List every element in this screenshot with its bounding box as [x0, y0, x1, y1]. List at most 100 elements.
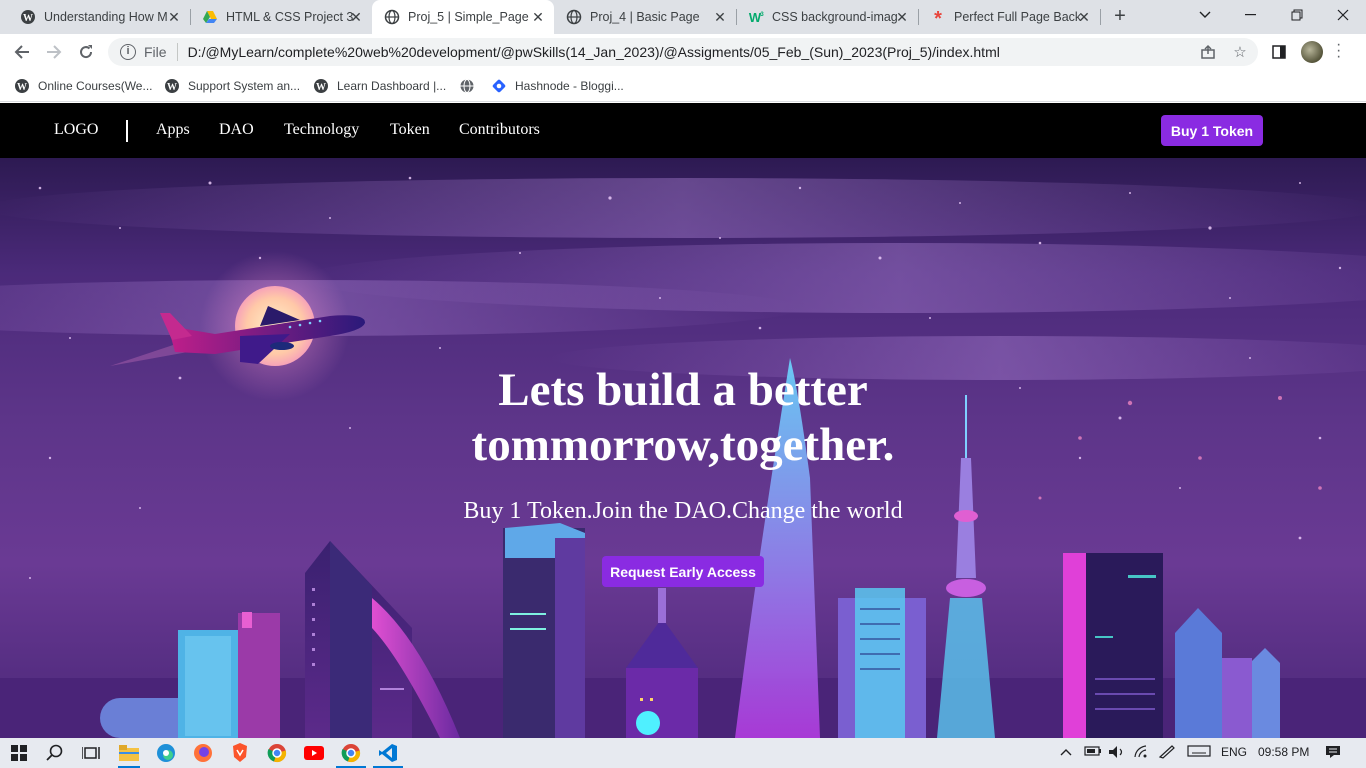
youtube-icon[interactable]: [303, 742, 325, 764]
reload-button[interactable]: [72, 38, 100, 66]
pen-icon[interactable]: [1158, 745, 1176, 762]
nav-link-contributors[interactable]: Contributors: [459, 121, 540, 139]
wordpress-icon: W: [164, 78, 180, 94]
menu-dots-icon[interactable]: · · ·: [1336, 37, 1341, 65]
nav-link-apps[interactable]: Apps: [156, 121, 190, 139]
battery-icon[interactable]: [1084, 745, 1102, 760]
windows-taskbar: ENG 09:58 PM: [0, 738, 1366, 768]
site-navbar: LOGO Apps DAO Technology Token Contribut…: [0, 103, 1366, 158]
css-tricks-icon: *: [930, 9, 946, 25]
notifications-icon[interactable]: [1325, 745, 1341, 762]
bookmark-learn-dashboard[interactable]: W Learn Dashboard |...: [313, 77, 446, 95]
share-icon[interactable]: [1198, 42, 1218, 62]
tab-title: Understanding How M: [44, 10, 168, 24]
nav-link-token[interactable]: Token: [390, 121, 430, 139]
search-icon[interactable]: [44, 742, 66, 764]
web-page: LOGO Apps DAO Technology Token Contribut…: [0, 103, 1366, 738]
tray-chevron-icon[interactable]: [1060, 745, 1072, 759]
hero-title: Lets build a better tommorrow,together.: [471, 364, 895, 471]
minimize-button[interactable]: [1228, 0, 1274, 30]
bookmark-label: Hashnode - Bloggi...: [515, 79, 624, 93]
url-scheme: File: [144, 44, 167, 60]
w3schools-icon: W3: [748, 9, 764, 25]
nav-link-technology[interactable]: Technology: [284, 121, 359, 139]
nav-divider: [126, 120, 128, 142]
bookmark-globe[interactable]: [459, 77, 483, 95]
tab-proj4[interactable]: Proj_4 | Basic Page ✕: [554, 0, 736, 34]
nav-link-dao[interactable]: DAO: [219, 121, 254, 139]
side-panel-icon[interactable]: [1269, 42, 1289, 62]
url-text[interactable]: D:/@MyLearn/complete%20web%20development…: [188, 44, 1000, 60]
close-icon[interactable]: ✕: [530, 9, 546, 25]
task-view-icon[interactable]: [80, 742, 102, 764]
wifi-icon[interactable]: [1134, 745, 1150, 762]
request-early-access-button[interactable]: Request Early Access: [602, 556, 764, 587]
bookmark-star-icon[interactable]: ☆: [1230, 42, 1250, 62]
globe-icon: [459, 78, 475, 94]
windows-start-icon[interactable]: [8, 742, 30, 764]
brave-icon[interactable]: [229, 742, 251, 764]
chrome-active-icon[interactable]: [340, 742, 362, 764]
bookmark-label: Learn Dashboard |...: [337, 79, 447, 93]
chrome-icon[interactable]: [266, 742, 288, 764]
firefox-icon[interactable]: [192, 742, 214, 764]
tab-understanding[interactable]: W Understanding How M ✕: [8, 0, 190, 34]
site-logo[interactable]: LOGO: [54, 121, 98, 139]
profile-avatar[interactable]: [1301, 41, 1323, 63]
svg-text:W: W: [167, 82, 177, 93]
tab-title: CSS background-imag: [772, 10, 898, 24]
file-explorer-icon[interactable]: [118, 742, 140, 764]
close-window-button[interactable]: [1320, 0, 1366, 30]
forward-arrow-icon: [47, 45, 62, 59]
tab-title: Proj_5 | Simple_Page: [408, 10, 529, 24]
restore-button[interactable]: [1274, 0, 1320, 30]
svg-text:*: *: [934, 9, 942, 25]
tab-search-icon[interactable]: [1182, 0, 1228, 30]
globe-icon: [384, 9, 400, 25]
browser-toolbar: i File D:/@MyLearn/complete%20web%20deve…: [0, 34, 1366, 70]
close-icon[interactable]: ✕: [894, 9, 910, 25]
address-bar[interactable]: i File D:/@MyLearn/complete%20web%20deve…: [108, 38, 1258, 66]
buy-token-button[interactable]: Buy 1 Token: [1161, 115, 1263, 146]
forward-button[interactable]: [40, 38, 68, 66]
reload-icon: [80, 45, 93, 59]
edge-icon[interactable]: [155, 742, 177, 764]
svg-text:3: 3: [760, 12, 764, 18]
close-icon[interactable]: ✕: [166, 9, 182, 25]
tab-title: Proj_4 | Basic Page: [590, 10, 700, 24]
bookmark-hashnode[interactable]: Hashnode - Bloggi...: [491, 77, 624, 95]
bookmark-label: Online Courses(We...: [38, 79, 153, 93]
hashnode-icon: [491, 78, 507, 94]
tab-strip: W Understanding How M ✕ HTML & CSS Proje…: [0, 0, 1366, 34]
keyboard-icon[interactable]: [1187, 745, 1211, 760]
back-button[interactable]: [8, 38, 36, 66]
bookmark-label: Support System an...: [188, 79, 301, 93]
svg-text:W: W: [316, 82, 326, 93]
tab-perfect-full-page[interactable]: * Perfect Full Page Back ✕: [918, 0, 1100, 34]
back-arrow-icon: [14, 45, 29, 59]
vscode-icon[interactable]: [377, 742, 399, 764]
google-drive-icon: [202, 9, 218, 25]
close-icon[interactable]: ✕: [1076, 9, 1092, 25]
site-info-icon[interactable]: i: [120, 44, 136, 60]
hero-subtitle: Buy 1 Token.Join the DAO.Change the worl…: [463, 498, 903, 524]
wordpress-icon: W: [14, 78, 30, 94]
bookmark-support-system[interactable]: W Support System an...: [164, 77, 300, 95]
clock[interactable]: 09:58 PM: [1258, 745, 1309, 759]
globe-icon: [566, 9, 582, 25]
close-icon[interactable]: ✕: [712, 9, 728, 25]
tab-css-background[interactable]: W3 CSS background-imag ✕: [736, 0, 918, 34]
new-tab-button[interactable]: +: [1108, 5, 1132, 29]
tab-proj5[interactable]: Proj_5 | Simple_Page ✕: [372, 0, 554, 34]
svg-text:W: W: [17, 82, 27, 93]
svg-text:W: W: [23, 13, 33, 24]
tab-html-css-project[interactable]: HTML & CSS Project 3 ✕: [190, 0, 372, 34]
hero-section: Lets build a better tommorrow,together. …: [0, 158, 1366, 738]
tab-title: HTML & CSS Project 3: [226, 10, 354, 24]
bookmarks-bar: W Online Courses(We... W Support System …: [0, 70, 1366, 102]
language-indicator[interactable]: ENG: [1221, 745, 1247, 759]
wordpress-icon: W: [20, 9, 36, 25]
bookmark-online-courses[interactable]: W Online Courses(We...: [14, 77, 153, 95]
close-icon[interactable]: ✕: [348, 9, 364, 25]
volume-icon[interactable]: [1108, 745, 1126, 762]
